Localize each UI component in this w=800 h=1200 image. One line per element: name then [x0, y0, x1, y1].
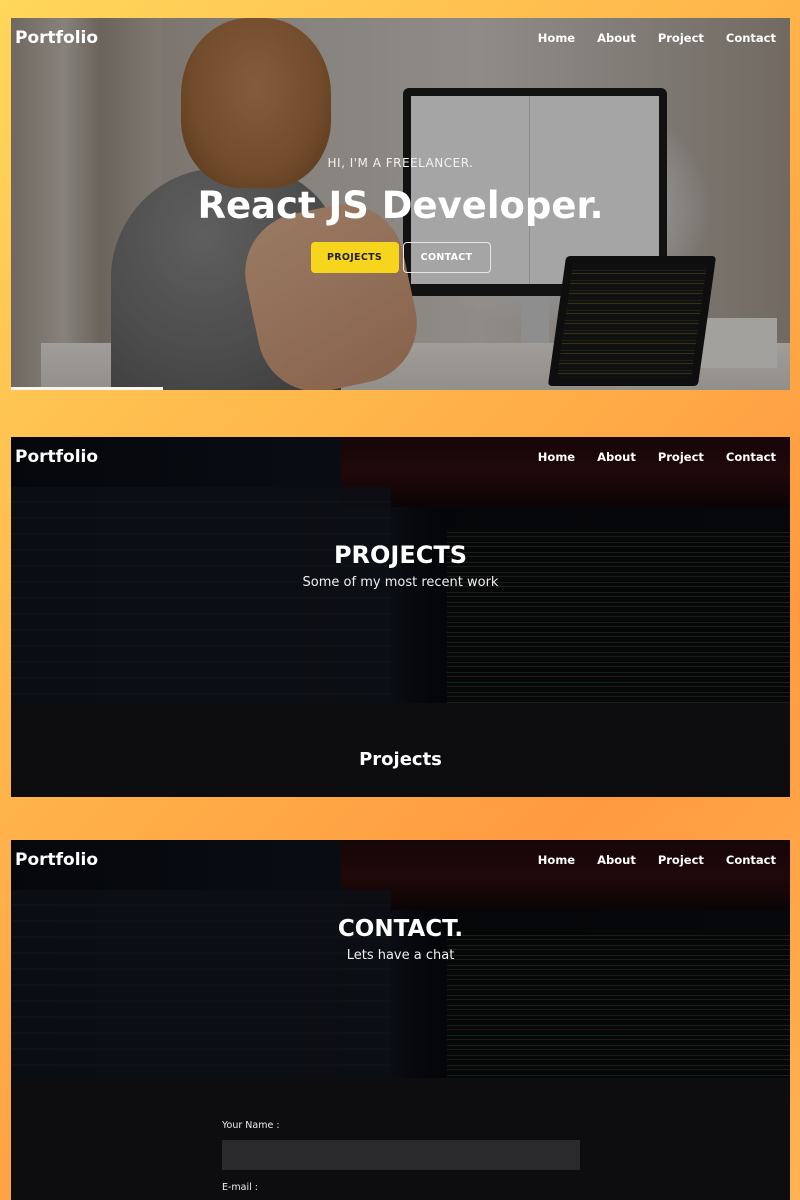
nav-about[interactable]: About	[597, 31, 636, 45]
nav-contact[interactable]: Contact	[726, 31, 776, 45]
navbar: Portfolio Home About Project Contact	[11, 437, 790, 477]
email-label: E-mail :	[222, 1182, 259, 1193]
nav-about[interactable]: About	[597, 450, 636, 464]
contact-button[interactable]: CONTACT	[402, 242, 491, 273]
page-subtitle: Lets have a chat	[346, 948, 455, 963]
nav-links: Home About Project Contact	[538, 450, 776, 464]
nav-home[interactable]: Home	[538, 31, 575, 45]
navbar: Portfolio Home About Project Contact	[11, 840, 790, 880]
home-screenshot: Portfolio Home About Project Contact HI,…	[11, 18, 790, 390]
brand-logo[interactable]: Portfolio	[15, 447, 98, 467]
name-input[interactable]	[222, 1140, 580, 1170]
projects-button[interactable]: PROJECTS	[310, 242, 399, 273]
navbar: Portfolio Home About Project Contact	[11, 18, 790, 58]
brand-logo[interactable]: Portfolio	[15, 850, 98, 870]
nav-project[interactable]: Project	[658, 450, 704, 464]
nav-links: Home About Project Contact	[538, 853, 776, 867]
page-title: CONTACT.	[337, 916, 464, 942]
section-heading: Projects	[359, 749, 442, 770]
brand-logo[interactable]: Portfolio	[15, 28, 98, 48]
hero-progress-bar	[11, 387, 163, 390]
page-title: PROJECTS	[333, 541, 468, 569]
contact-screenshot: Portfolio Home About Project Contact CON…	[11, 840, 790, 1200]
nav-home[interactable]: Home	[538, 450, 575, 464]
hero-subtitle: HI, I'M A FREELANCER.	[327, 156, 474, 170]
nav-links: Home About Project Contact	[538, 31, 776, 45]
nav-home[interactable]: Home	[538, 853, 575, 867]
nav-contact[interactable]: Contact	[726, 450, 776, 464]
nav-project[interactable]: Project	[658, 31, 704, 45]
page-subtitle: Some of my most recent work	[302, 575, 499, 590]
nav-contact[interactable]: Contact	[726, 853, 776, 867]
hero-buttons: PROJECTS CONTACT	[11, 242, 790, 273]
nav-project[interactable]: Project	[658, 853, 704, 867]
projects-screenshot: Portfolio Home About Project Contact PRO…	[11, 437, 790, 797]
hero-title: React JS Developer.	[197, 184, 604, 227]
nav-about[interactable]: About	[597, 853, 636, 867]
name-label: Your Name :	[222, 1120, 280, 1131]
